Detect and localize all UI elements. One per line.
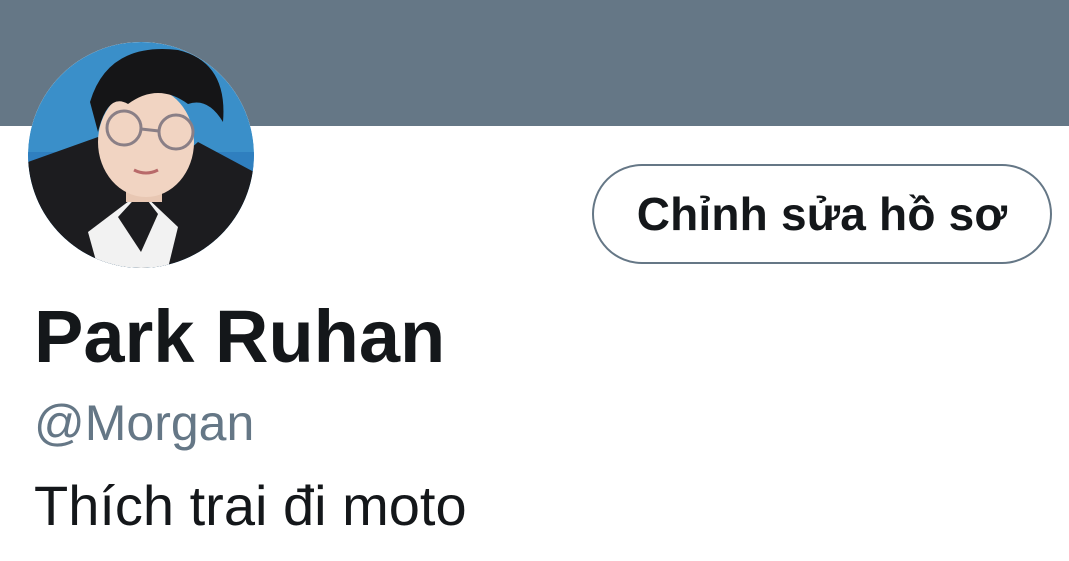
profile-bio: Thích trai đi moto <box>34 474 467 537</box>
profile-avatar[interactable] <box>28 42 254 268</box>
edit-profile-button[interactable]: Chỉnh sửa hồ sơ <box>592 164 1052 264</box>
profile-handle: @Morgan <box>34 395 255 451</box>
profile-page: Chỉnh sửa hồ sơ Park Ruhan @Morgan Thích… <box>0 0 1069 561</box>
edit-profile-button-label: Chỉnh sửa hồ sơ <box>636 188 1008 240</box>
avatar-photo-icon <box>28 42 254 268</box>
profile-display-name: Park Ruhan <box>34 295 446 378</box>
